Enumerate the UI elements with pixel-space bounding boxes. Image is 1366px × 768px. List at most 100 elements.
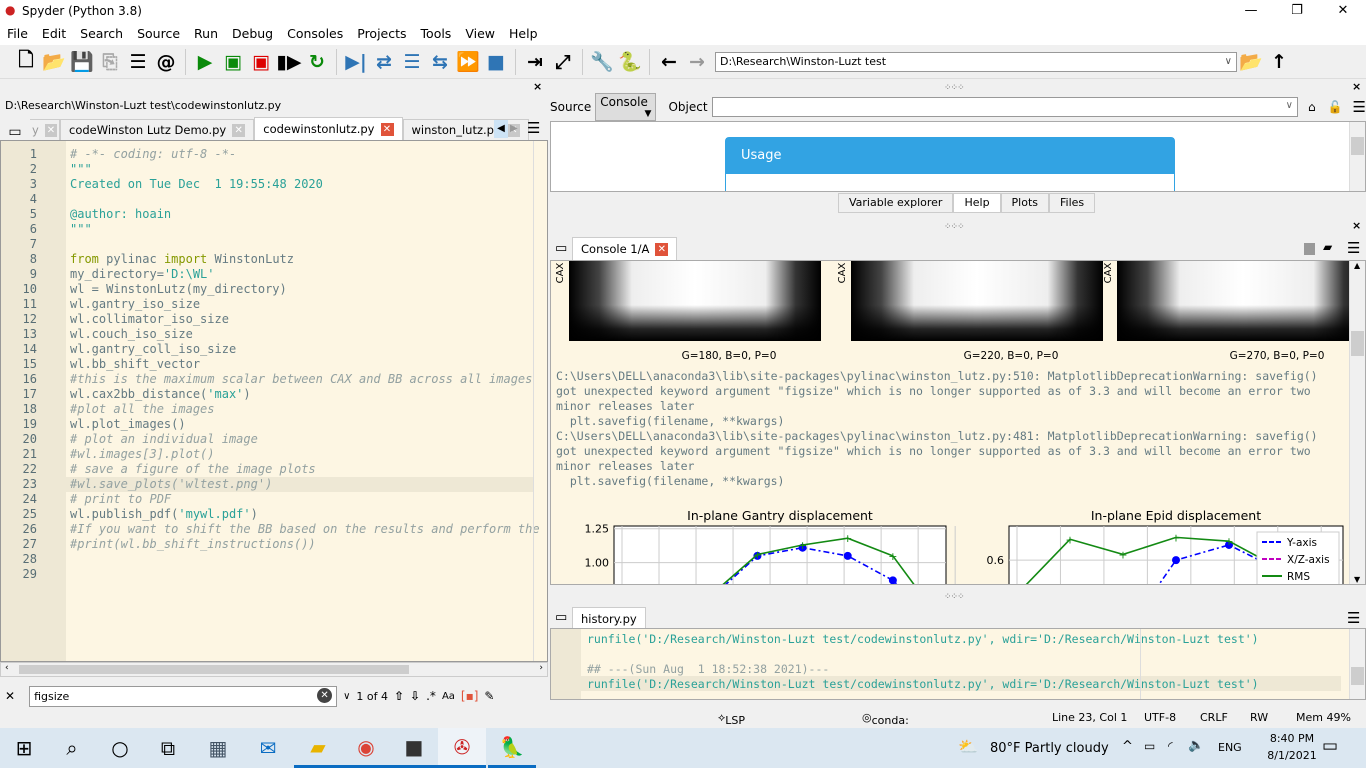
menu-edit[interactable]: Edit: [35, 26, 73, 41]
editor-options-menu-icon[interactable]: ☰: [527, 119, 540, 137]
case-sensitive-icon[interactable]: Aa: [442, 691, 455, 702]
menu-projects[interactable]: Projects: [350, 26, 413, 41]
show-hidden-icons[interactable]: ^: [1122, 739, 1133, 754]
clock-time[interactable]: 8:40 PM: [1264, 732, 1320, 745]
tab-codewinston-lutz-demo-py[interactable]: codeWinston Lutz Demo.py ✕: [60, 119, 255, 140]
find-history-dropdown[interactable]: ∨: [343, 691, 350, 702]
menu-view[interactable]: View: [458, 26, 502, 41]
home-icon[interactable]: ⌂: [1308, 100, 1316, 114]
pane-grip-icon[interactable]: ⁘⁘⁘: [944, 222, 965, 232]
debug-icon[interactable]: ▶|: [342, 48, 370, 76]
code-editor[interactable]: 1 # -*- coding: utf-8 -*- 2 """ 3 Created on …: [0, 140, 548, 662]
spyder-taskbar-icon[interactable]: ✇: [438, 728, 486, 768]
cortana-icon[interactable]: ○: [96, 728, 144, 768]
chrome-icon[interactable]: ◉: [342, 728, 390, 768]
working-directory-combobox[interactable]: D:\Research\Winston-Luzt test ∨: [715, 51, 1237, 72]
save-icon[interactable]: 💾: [68, 48, 96, 76]
close-tab-icon[interactable]: ✕: [655, 242, 669, 256]
find-next-icon[interactable]: ⇩: [410, 689, 420, 703]
fullscreen-icon[interactable]: ⤢: [549, 48, 577, 76]
start-windows-icon[interactable]: ⊞: [0, 728, 48, 768]
calculator-icon[interactable]: ▦: [194, 728, 242, 768]
menu-help[interactable]: Help: [502, 26, 545, 41]
tab-variable-explorer[interactable]: Variable explorer: [838, 193, 954, 213]
run-icon[interactable]: ▶: [191, 48, 219, 76]
close-tab-icon[interactable]: ✕: [44, 123, 57, 137]
tab-files[interactable]: Files: [1049, 193, 1096, 213]
find-input[interactable]: figsize ✕: [29, 685, 338, 707]
anaconda-navigator-icon[interactable]: 🦜: [488, 728, 536, 768]
pane-grip-icon[interactable]: ⁘⁘⁘: [944, 83, 965, 93]
clear-console-eraser-icon[interactable]: ▰: [1323, 240, 1332, 254]
pane-grip-icon[interactable]: ⁘⁘⁘: [944, 592, 965, 602]
whole-word-icon[interactable]: [▪]: [461, 689, 479, 703]
unlock-icon[interactable]: 🔓: [1328, 100, 1343, 114]
browse-tabs-icon[interactable]: ▭: [0, 124, 30, 140]
input-language[interactable]: ENG: [1218, 741, 1242, 754]
help-options-menu-icon[interactable]: ☰: [1353, 98, 1366, 116]
ipython-console[interactable]: CAX G=180, B=0, P=0 CAX G=220, B=0, P=0 CAX G…: [550, 260, 1366, 585]
list-icon[interactable]: ☰: [124, 48, 152, 76]
close-help-pane-icon[interactable]: ×: [1352, 80, 1361, 93]
preferences-wrench-icon[interactable]: 🔧: [588, 48, 616, 76]
close-pane-icon[interactable]: ×: [533, 80, 542, 93]
step-into-icon[interactable]: ☰: [398, 48, 426, 76]
step-return-icon[interactable]: ⇆: [426, 48, 454, 76]
object-combobox[interactable]: ∨: [711, 97, 1298, 117]
menu-source[interactable]: Source: [130, 26, 187, 41]
stop-kernel-icon[interactable]: [1304, 243, 1315, 255]
python-path-icon[interactable]: 🐍: [616, 48, 644, 76]
at-icon[interactable]: @: [152, 48, 180, 76]
browse-tabs-icon[interactable]: ▭: [555, 241, 567, 256]
close-button[interactable]: ✕: [1320, 0, 1366, 22]
weather-text[interactable]: 80°F Partly cloudy: [990, 741, 1109, 756]
tab-y[interactable]: y ✕: [30, 119, 60, 140]
chevron-down-icon[interactable]: ∨: [1225, 53, 1232, 71]
close-find-icon[interactable]: ✕: [5, 689, 15, 703]
console-options-menu-icon[interactable]: ☰: [1347, 239, 1360, 257]
menu-search[interactable]: Search: [73, 26, 130, 41]
history-log[interactable]: runfile('D:/Research/Winston-Luzt test/c…: [550, 628, 1366, 700]
maximize-pane-icon[interactable]: ⇥: [521, 48, 549, 76]
open-folder-icon[interactable]: 📂: [40, 48, 68, 76]
source-select[interactable]: Console ▼: [595, 93, 657, 121]
history-options-menu-icon[interactable]: ☰: [1347, 609, 1360, 627]
run-selection-icon[interactable]: ▮▶: [275, 48, 303, 76]
regex-icon[interactable]: .*: [426, 689, 436, 703]
menu-consoles[interactable]: Consoles: [280, 26, 350, 41]
search-icon[interactable]: ⌕: [48, 728, 96, 768]
minimize-button[interactable]: —: [1228, 0, 1274, 22]
new-file-icon[interactable]: 🗋: [12, 48, 40, 76]
back-arrow-icon[interactable]: ←: [655, 48, 683, 76]
terminal-icon[interactable]: ■: [390, 728, 438, 768]
menu-run[interactable]: Run: [187, 26, 225, 41]
console-scrollbar[interactable]: ▲ ▼: [1349, 261, 1365, 584]
clock-date[interactable]: 8/1/2021: [1264, 749, 1320, 762]
step-icon[interactable]: ⇄: [370, 48, 398, 76]
close-console-pane-icon[interactable]: ×: [1352, 219, 1361, 232]
replace-icon[interactable]: ✎: [484, 689, 494, 703]
notifications-icon[interactable]: ▭: [1322, 736, 1338, 756]
task-view-icon[interactable]: ⧉: [144, 728, 192, 768]
close-tab-icon[interactable]: ✕: [232, 123, 246, 137]
close-tab-icon[interactable]: ✕: [380, 122, 394, 136]
parent-directory-icon[interactable]: ↑: [1265, 48, 1293, 76]
battery-icon[interactable]: ▭: [1144, 739, 1155, 753]
editor-horizontal-scrollbar[interactable]: ‹ ›: [0, 662, 548, 677]
history-scrollbar[interactable]: [1349, 629, 1365, 699]
run-cell-icon[interactable]: ▣: [219, 48, 247, 76]
clear-find-icon[interactable]: ✕: [317, 687, 333, 703]
volume-icon[interactable]: 🔈: [1188, 738, 1204, 753]
save-all-icon[interactable]: ⎘: [96, 48, 124, 76]
rerun-icon[interactable]: ↻: [303, 48, 331, 76]
menu-debug[interactable]: Debug: [225, 26, 280, 41]
browse-tabs-icon[interactable]: ▭: [555, 610, 567, 625]
stop-icon[interactable]: ■: [482, 48, 510, 76]
tab-history[interactable]: history.py: [572, 607, 646, 630]
file-explorer-icon[interactable]: ▰: [294, 728, 342, 768]
menu-tools[interactable]: Tools: [414, 26, 459, 41]
run-cell-advance-icon[interactable]: ▣: [247, 48, 275, 76]
tab-codewinstonlutz-py[interactable]: codewinstonlutz.py ✕: [254, 117, 403, 140]
tab-plots[interactable]: Plots: [1000, 193, 1050, 213]
continue-icon[interactable]: ⏩: [454, 48, 482, 76]
